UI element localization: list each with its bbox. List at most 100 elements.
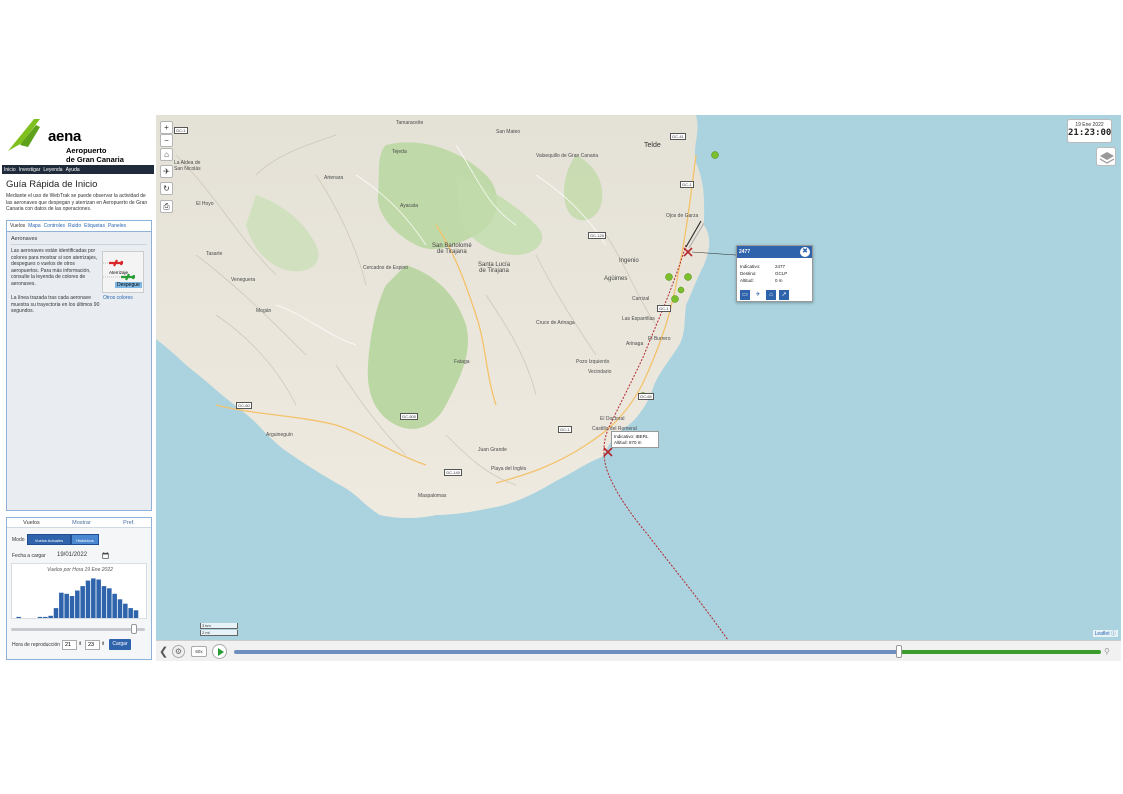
- chart-bar-hour-15: [96, 579, 101, 618]
- close-icon[interactable]: ✖: [800, 247, 810, 257]
- aeronaves-title: Aeronaves: [11, 236, 38, 242]
- place-label: Arguineguín: [266, 432, 293, 438]
- chart-bar-hour-12: [80, 586, 85, 618]
- place-label: Playa del Inglés: [491, 466, 527, 472]
- place-label: Artenara: [324, 175, 344, 181]
- tab-vuelos[interactable]: Vuelos: [10, 223, 25, 229]
- nav-leyenda[interactable]: Leyenda: [43, 167, 62, 173]
- flights-per-hour-chart: Vuelos por Hora 19 Ene 2022: [11, 563, 147, 619]
- popup-value: 2477: [775, 264, 786, 269]
- flight-panel-tabs: Vuelos Mostrar Pref.: [7, 518, 151, 528]
- place-label: Valsequillo de Gran Canaria: [536, 153, 599, 159]
- tab-fp-mostrar[interactable]: Mostrar: [72, 520, 91, 526]
- road-shield: GC-1: [657, 305, 671, 312]
- guide-title: Guía Rápida de Inicio: [6, 179, 98, 190]
- tab-controles[interactable]: Controles: [44, 223, 65, 229]
- place-label: La Aldea de San Nicolás: [174, 160, 201, 172]
- popup-label: Altitud:: [740, 278, 754, 283]
- info-tabs: Vuelos Mapa Controles Ruido Etiquetas Pa…: [7, 221, 151, 232]
- refresh-icon[interactable]: ↻: [160, 182, 173, 195]
- place-label: Santa Lucía de Tirajana: [478, 262, 511, 274]
- chart-icon[interactable]: ▭: [740, 290, 750, 300]
- map-view[interactable]: Telde Ingenio Agüimes San Bartolomé de T…: [156, 115, 1121, 640]
- chart-bar-hour-8: [59, 592, 64, 618]
- airport-icon[interactable]: ✈: [160, 165, 173, 178]
- speed-button[interactable]: 60x: [191, 646, 207, 657]
- divider: [11, 244, 147, 245]
- tab-etiquetas[interactable]: Etiquetas: [84, 223, 105, 229]
- road-shield: GC-120: [588, 232, 607, 239]
- time-slider-handle[interactable]: [131, 624, 137, 634]
- brand-name: aena: [48, 128, 81, 145]
- tab-ruido[interactable]: Ruido: [68, 223, 81, 229]
- playback-track-remaining[interactable]: [901, 650, 1101, 654]
- trend-icon[interactable]: ↗: [779, 290, 789, 300]
- gear-icon[interactable]: ⚙: [172, 645, 185, 658]
- aeronaves-text: Las aeronaves están identificadas por co…: [11, 248, 98, 287]
- tab-mapa[interactable]: Mapa: [28, 223, 41, 229]
- home-icon[interactable]: ⌂: [160, 148, 173, 161]
- modo-historicos-button[interactable]: Históricos: [71, 534, 99, 545]
- legend-despegue: Despegue: [115, 282, 142, 288]
- popup-value: 0 m: [775, 278, 783, 283]
- fecha-label: Fecha a cargar: [12, 553, 46, 559]
- map-clock: 19 Ene 2022 21:23:00: [1067, 119, 1112, 143]
- leaflet-link[interactable]: Leaflet: [1095, 631, 1110, 637]
- play-button[interactable]: [212, 644, 227, 659]
- aena-logo-mark: [8, 119, 40, 151]
- scale-km: 3 km: [200, 623, 238, 629]
- attribution[interactable]: Leaflet ⓘ: [1092, 630, 1118, 637]
- time-slider-track[interactable]: [11, 628, 145, 631]
- chart-bar-hour-13: [85, 580, 91, 618]
- flight-info-popup: 2477 ✖ Indicativo: 2477 Destino: GCLP Al…: [736, 245, 813, 302]
- chart-svg: Vuelos por Hora 19 Ene 2022: [16, 567, 139, 618]
- fecha-field[interactable]: 19/01/2022: [57, 552, 87, 558]
- minute-spinner-icon[interactable]: ⬍: [101, 641, 105, 647]
- otros-colores-link[interactable]: Otros colores: [103, 295, 133, 301]
- print-icon[interactable]: ⎙: [160, 200, 173, 213]
- plane-icon[interactable]: ✈: [753, 290, 763, 300]
- playback-handle[interactable]: [896, 645, 902, 658]
- modo-vuelos-actuales-button[interactable]: Vuelos Actuales: [27, 534, 71, 545]
- calendar-icon[interactable]: [102, 552, 109, 559]
- nav-investigar[interactable]: Investigar: [19, 167, 41, 173]
- info-icon[interactable]: ⓘ: [1111, 631, 1116, 637]
- road-shield: GC-500: [400, 413, 419, 420]
- tab-fp-pref[interactable]: Pref.: [123, 520, 135, 526]
- place-label: Ojos de Garza: [666, 213, 699, 219]
- chart-bar-hour-7: [53, 608, 59, 618]
- info-tab-panel: Vuelos Mapa Controles Ruido Etiquetas Pa…: [6, 220, 152, 511]
- minute-input[interactable]: 23: [85, 640, 100, 650]
- hour-input[interactable]: 21: [62, 640, 77, 650]
- place-label: Mogán: [256, 308, 272, 314]
- nav-inicio[interactable]: Inicio: [4, 167, 16, 173]
- chart-bar-hour-16: [101, 586, 107, 618]
- chevron-left-icon[interactable]: ❮: [159, 645, 168, 658]
- map-scale: 3 km 2 mi: [200, 623, 238, 637]
- place-label: Carrizal: [632, 296, 650, 302]
- layers-icon[interactable]: [1096, 147, 1116, 166]
- hour-spinner-icon[interactable]: ⬍: [78, 641, 82, 647]
- chart-title: Vuelos por Hora 19 Ene 2022: [47, 567, 113, 573]
- place-label: Arinaga: [626, 341, 644, 347]
- tab-paneles[interactable]: Paneles: [108, 223, 126, 229]
- aena-logo: aena Aeropuerto de Gran Canaria: [6, 117, 151, 165]
- popup-label: Destino:: [740, 271, 757, 276]
- place-label: Veneguera: [231, 277, 256, 283]
- chart-bar-hour-14: [91, 578, 96, 618]
- zoom-icon[interactable]: ⚲: [1104, 647, 1110, 656]
- place-label: Tejeda: [392, 149, 407, 155]
- zoom-out-button[interactable]: −: [160, 134, 173, 147]
- house-icon[interactable]: ⌂: [766, 290, 776, 300]
- road-shield: GC-140: [444, 469, 463, 476]
- cargar-button[interactable]: Cargar: [109, 639, 131, 650]
- flight-control-panel: Vuelos Mostrar Pref. Modo Vuelos Actuale…: [6, 517, 152, 660]
- place-label: Cruce de Arinaga: [536, 320, 575, 326]
- zoom-in-button[interactable]: +: [160, 121, 173, 134]
- nav-ayuda[interactable]: Ayuda: [66, 167, 80, 173]
- chart-bar-hour-21: [128, 608, 133, 618]
- playback-track-played[interactable]: [234, 650, 901, 654]
- tab-fp-vuelos[interactable]: Vuelos: [23, 520, 40, 526]
- place-label: Ayacata: [400, 203, 418, 209]
- chart-bar-hour-22: [133, 610, 139, 618]
